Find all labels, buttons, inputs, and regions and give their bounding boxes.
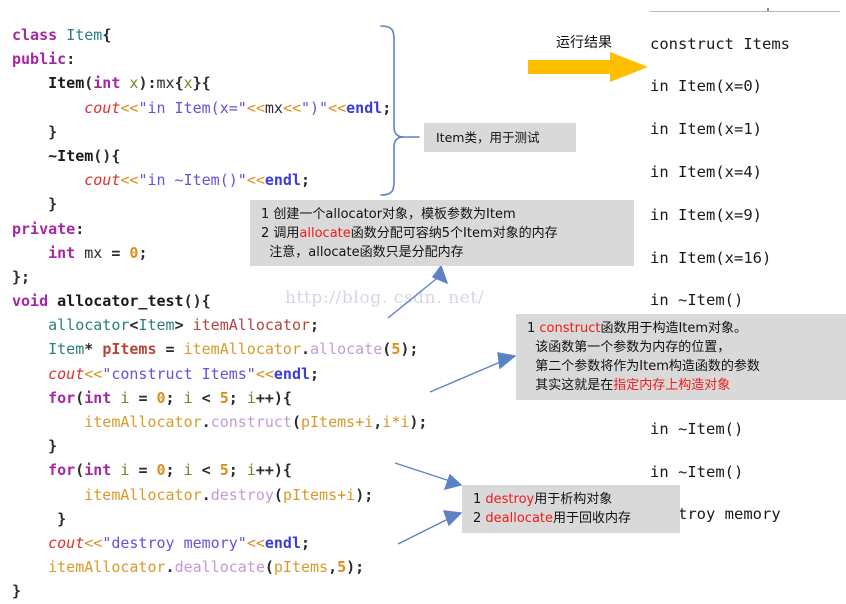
deallocate-connector-arrow: [397, 510, 463, 545]
allocate-connector-arrow: [387, 264, 449, 319]
callout-construct-line1-a: 1: [527, 321, 540, 336]
callout-item-class-text: Item类，用于测试: [436, 130, 540, 145]
screenshot-root: class Item{ public: Item(int x):mx{x}{ c…: [0, 0, 846, 600]
orange-arrow-icon: [528, 52, 648, 82]
callout-construct: 1 construct函数用于构造Item对象。 该函数第一个参数为内存的位置，…: [516, 314, 846, 400]
callout-allocate: 1 创建一个allocator对象，模板参数为Item 2 调用allocate…: [250, 200, 634, 266]
callout-construct-line4-highlight: 指定内存上构造对象: [613, 378, 731, 393]
run-result-label: 运行结果: [556, 35, 612, 51]
code-line: }: [12, 579, 427, 603]
annotation-connectors: [380, 25, 517, 545]
callout-construct-line1-keyword: construct: [539, 321, 601, 336]
callout-destroy-line1-a: 1: [473, 492, 486, 507]
callout-allocate-line3: 注意，allocate函数只是分配内存: [261, 245, 464, 260]
callout-destroy-line2-b: 用于回收内存: [553, 511, 632, 526]
callout-destroy-line1-keyword: destroy: [485, 492, 535, 507]
callout-construct-line2: 该函数第一个参数为内存的位置，: [527, 340, 731, 355]
callout-allocate-line1: 1 创建一个allocator对象，模板参数为Item: [261, 207, 516, 222]
construct-connector-arrow: [429, 352, 517, 393]
callout-destroy: 1 destroy用于析构对象 2 deallocate用于回收内存: [462, 485, 680, 533]
callout-destroy-line1-b: 用于析构对象: [534, 492, 613, 507]
callout-allocate-line2-b: 函数分配可容纳5个Item对象的内存: [350, 226, 558, 241]
callout-destroy-line2-keyword: deallocate: [485, 511, 554, 526]
callout-item-class: Item类，用于测试: [424, 123, 576, 152]
code-token: }: [12, 582, 22, 601]
callout-allocate-line2-a: 2 调用: [261, 226, 300, 241]
callout-destroy-line2-a: 2: [473, 511, 486, 526]
callout-construct-line3: 第二个参数将作为Item构造函数的参数: [527, 359, 760, 374]
destroy-connector-arrow: [394, 462, 463, 490]
callout-construct-line1-b: 函数用于构造Item对象。: [600, 321, 748, 336]
callout-allocate-line2-keyword: allocate: [299, 226, 351, 241]
callout-construct-line4-a: 其实这就是在: [527, 378, 614, 393]
class-group-brace-icon: [380, 25, 420, 196]
